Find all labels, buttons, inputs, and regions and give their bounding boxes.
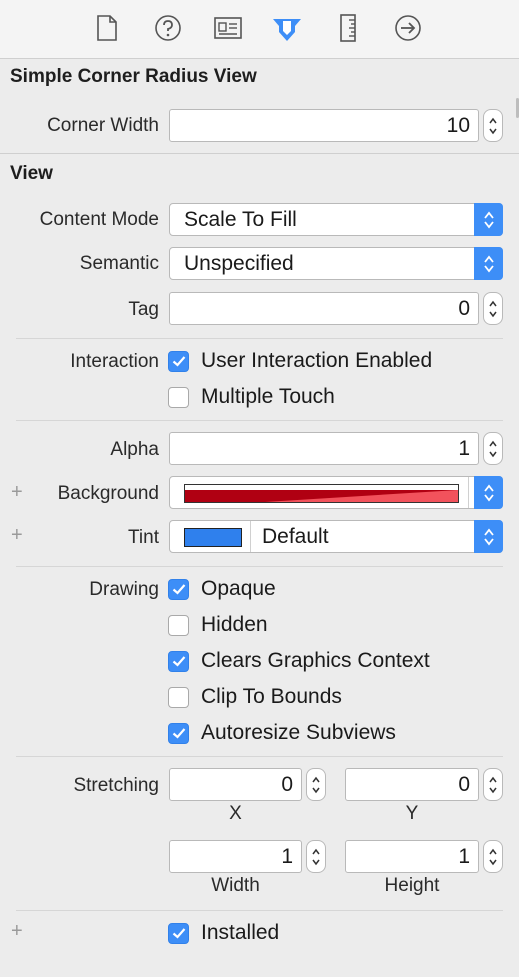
file-inspector-icon[interactable] xyxy=(89,10,125,46)
multiple-touch-label: Multiple Touch xyxy=(201,385,335,408)
checkmark-icon xyxy=(168,650,189,672)
semantic-value: Unspecified xyxy=(184,252,294,275)
background-color-swatch xyxy=(184,484,459,503)
content-mode-popup[interactable]: Scale To Fill xyxy=(169,203,503,236)
stretch-width-field[interactable]: 1 xyxy=(169,840,302,873)
checkbox-empty-icon xyxy=(168,386,189,408)
stretch-width-label: Width xyxy=(211,875,260,896)
user-interaction-checkbox[interactable]: User Interaction Enabled xyxy=(168,348,432,374)
tag-label: Tag xyxy=(128,299,159,320)
stretch-y-field[interactable]: 0 xyxy=(345,768,479,801)
checkmark-icon xyxy=(168,722,189,744)
opaque-checkbox[interactable]: Opaque xyxy=(168,576,276,602)
popup-divider xyxy=(250,521,251,552)
stretch-x-field[interactable]: 0 xyxy=(169,768,302,801)
hidden-checkbox[interactable]: Hidden xyxy=(168,612,268,638)
background-color-popup[interactable] xyxy=(169,476,503,509)
stretch-x-label: X xyxy=(229,803,242,824)
semantic-label: Semantic xyxy=(79,253,159,274)
hidden-label: Hidden xyxy=(201,613,268,636)
background-label: Background xyxy=(57,483,159,504)
stretching-label: Stretching xyxy=(73,775,159,796)
divider xyxy=(16,566,503,567)
clip-to-bounds-label: Clip To Bounds xyxy=(201,685,342,708)
attributes-inspector-icon[interactable] xyxy=(269,10,305,46)
add-tint-variation-button[interactable]: + xyxy=(11,524,23,547)
tag-stepper[interactable] xyxy=(483,292,503,325)
tint-label: Tint xyxy=(128,527,159,548)
divider xyxy=(16,420,503,421)
installed-checkbox[interactable]: Installed xyxy=(168,920,279,946)
connections-inspector-icon[interactable] xyxy=(390,10,426,46)
checkbox-empty-icon xyxy=(168,686,189,708)
autoresize-label: Autoresize Subviews xyxy=(201,721,396,744)
divider xyxy=(16,756,503,757)
chevron-updown-icon xyxy=(474,203,503,236)
inspector-toolbar xyxy=(0,0,519,59)
clears-graphics-checkbox[interactable]: Clears Graphics Context xyxy=(168,648,430,674)
tag-field[interactable]: 0 xyxy=(169,292,479,325)
stretch-height-field[interactable]: 1 xyxy=(345,840,479,873)
checkbox-empty-icon xyxy=(168,614,189,636)
divider xyxy=(16,910,503,911)
quick-help-icon[interactable] xyxy=(150,10,186,46)
clears-graphics-label: Clears Graphics Context xyxy=(201,649,430,672)
autoresize-checkbox[interactable]: Autoresize Subviews xyxy=(168,720,396,746)
content-mode-value: Scale To Fill xyxy=(184,208,297,231)
interaction-label: Interaction xyxy=(70,351,159,372)
divider xyxy=(16,338,503,339)
tint-color-swatch xyxy=(184,528,242,547)
semantic-popup[interactable]: Unspecified xyxy=(169,247,503,280)
tint-value: Default xyxy=(262,525,329,548)
alpha-field[interactable]: 1 xyxy=(169,432,479,465)
chevron-updown-icon xyxy=(474,476,503,509)
stretch-y-stepper[interactable] xyxy=(483,768,503,801)
chevron-updown-icon xyxy=(474,247,503,280)
user-interaction-label: User Interaction Enabled xyxy=(201,349,433,372)
identity-inspector-icon[interactable] xyxy=(210,10,246,46)
installed-label: Installed xyxy=(201,921,280,944)
corner-width-field[interactable]: 10 xyxy=(169,109,479,142)
add-background-variation-button[interactable]: + xyxy=(11,481,23,504)
content-mode-label: Content Mode xyxy=(39,209,159,230)
corner-width-stepper[interactable] xyxy=(483,109,503,142)
size-inspector-icon[interactable] xyxy=(330,10,366,46)
checkmark-icon xyxy=(168,922,189,944)
alpha-label: Alpha xyxy=(110,439,159,460)
clip-to-bounds-checkbox[interactable]: Clip To Bounds xyxy=(168,684,342,710)
section-divider xyxy=(0,153,519,154)
corner-width-label: Corner Width xyxy=(47,115,159,136)
section-title-simple-corner: Simple Corner Radius View xyxy=(10,66,257,87)
section-title-view: View xyxy=(10,163,53,184)
stretch-y-label: Y xyxy=(405,803,419,824)
alpha-stepper[interactable] xyxy=(483,432,503,465)
popup-divider xyxy=(468,477,469,508)
stretch-height-label: Height xyxy=(384,875,440,896)
opaque-label: Opaque xyxy=(201,577,276,600)
add-installed-variation-button[interactable]: + xyxy=(11,920,23,943)
multiple-touch-checkbox[interactable]: Multiple Touch xyxy=(168,384,335,410)
stretch-x-stepper[interactable] xyxy=(306,768,326,801)
tint-color-popup[interactable]: Default xyxy=(169,520,503,553)
drawing-label: Drawing xyxy=(89,579,159,600)
chevron-updown-icon xyxy=(474,520,503,553)
stretch-height-stepper[interactable] xyxy=(483,840,503,873)
stretch-width-stepper[interactable] xyxy=(306,840,326,873)
checkmark-icon xyxy=(168,578,189,600)
checkmark-icon xyxy=(168,350,189,372)
